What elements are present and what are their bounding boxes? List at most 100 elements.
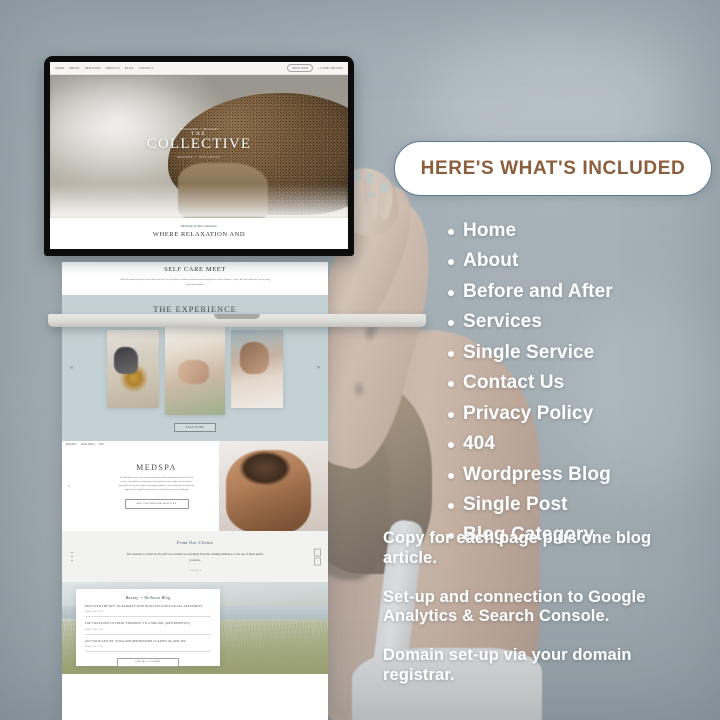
note-domain: Domain set-up via your domain registrar. <box>383 646 632 684</box>
list-item-label: Privacy Policy <box>463 402 594 424</box>
list-item-label: Single Post <box>463 493 568 515</box>
experience-card[interactable] <box>165 323 225 415</box>
list-item: About <box>448 251 720 271</box>
bullet-icon <box>448 502 454 509</box>
blog-post-meta: READ THE POST <box>85 611 104 614</box>
blog-post-title: DISCOVER THE KEY TO RADIANT SKIN OUR EXC… <box>85 605 203 608</box>
blog-post-meta: READ THE POST <box>85 645 104 648</box>
blog-post-meta: READ THE POST <box>85 628 104 631</box>
testimonial-prev-icon[interactable]: ‹ <box>314 548 321 556</box>
medspa-photo <box>219 441 328 531</box>
bullet-icon <box>448 411 454 418</box>
nav-link-blog[interactable]: BLOG <box>125 67 134 70</box>
included-banner: HERE'S WHAT'S INCLUDED <box>394 141 712 196</box>
nav-link-contact[interactable]: CONTACT <box>139 67 154 70</box>
list-item-label: 404 <box>463 433 496 455</box>
bullet-icon <box>448 381 454 388</box>
medspa-portrait <box>225 450 311 531</box>
hero-section: Relaxation + Renewal THE COLLECTIVE MEDS… <box>50 75 348 218</box>
list-item-label: Wordpress Blog <box>463 463 611 485</box>
blog-post-item[interactable]: DISCOVER THE KEY TO RADIANT SKIN OUR EXC… <box>85 600 211 618</box>
nav-link-results[interactable]: RESULTS <box>106 67 120 70</box>
bullet-icon <box>448 472 454 479</box>
medspa-services-button[interactable]: SEE OUR MEDSPA SERVICES <box>124 499 189 510</box>
bullet-icon <box>448 442 454 449</box>
blog-post-title: TOP 5 REASONS TO TREAT YOURSELF TO A SPA… <box>85 622 191 626</box>
laptop-mockup: HOME ABOUT SERVICES RESULTS BLOG CONTACT… <box>44 56 426 327</box>
testimonial-title: From Our Clients <box>176 540 214 545</box>
bullet-icon <box>448 259 454 266</box>
list-item: Home <box>448 221 720 241</box>
note-analytics: Set-up and connection to Google Analytic… <box>383 587 646 626</box>
list-item: Contact Us <box>448 373 720 393</box>
list-item-label: Before and After <box>463 280 613 302</box>
experience-card[interactable] <box>107 330 159 408</box>
page-footer <box>62 674 328 688</box>
site-nav-links[interactable]: HOME ABOUT SERVICES RESULTS BLOG CONTACT <box>55 67 153 70</box>
sound-bath-photo <box>107 330 159 408</box>
nav-link-about[interactable]: ABOUT <box>69 67 80 70</box>
list-item-label: Single Service <box>463 341 595 363</box>
site-navbar: HOME ABOUT SERVICES RESULTS BLOG CONTACT… <box>50 62 348 75</box>
testimonial-next-icon[interactable]: › <box>314 557 321 565</box>
list-item: Services <box>448 312 720 332</box>
blog-card: Beauty + Wellness Blog DISCOVER THE KEY … <box>76 589 220 667</box>
section-medspa: MEDSPA WELLNESS SPA « MEDSPA Our MedSpa … <box>62 441 328 531</box>
nav-link-services[interactable]: SERVICES <box>85 67 101 70</box>
list-item: Before and After <box>448 280 720 302</box>
list-item-label: Services <box>463 311 542 333</box>
list-item-label: Home <box>463 220 517 241</box>
list-item: Single Service <box>448 341 720 363</box>
list-item-label: Contact Us <box>463 372 565 394</box>
intro-section: Welcome to The Collective WHERE RELAXATI… <box>50 218 348 238</box>
list-item: Wordpress Blog <box>448 463 720 485</box>
list-item: 404 <box>448 434 720 454</box>
blog-view-all-button[interactable]: VIEW ALL JOURNAL <box>117 657 179 667</box>
hero-surf <box>50 184 348 218</box>
list-item: Single Post <box>448 493 720 515</box>
list-item: Privacy Policy <box>448 402 720 424</box>
nav-link-home[interactable]: HOME <box>55 67 64 70</box>
list-item-label: About <box>463 250 519 272</box>
hero-title-line2: COLLECTIVE <box>146 136 252 153</box>
composite-canvas: SELF CARE MEET Take the moment you deser… <box>0 0 720 720</box>
website-screen: HOME ABOUT SERVICES RESULTS BLOG CONTACT… <box>50 62 348 249</box>
book-now-button[interactable]: BOOK NOW <box>287 64 314 72</box>
experience-title: THE EXPERIENCE <box>153 305 237 314</box>
included-notes: Copy for each page plus one blog article… <box>383 529 703 705</box>
blog-post-item[interactable]: TOP 5 REASONS TO TREAT YOURSELF TO A SPA… <box>85 617 211 635</box>
bullet-icon <box>448 350 454 357</box>
self-care-body: Take the moment you deserve and let us c… <box>120 278 270 286</box>
medspa-copy: MEDSPA Our MedSpa services are catered a… <box>62 441 219 531</box>
laptop-base-notch <box>214 314 260 319</box>
experience-card[interactable] <box>231 330 283 408</box>
experience-read-more-button[interactable]: READ MORE <box>174 423 216 432</box>
section-self-care: SELF CARE MEET Take the moment you deser… <box>62 262 328 295</box>
facial-photo <box>165 323 225 415</box>
bullet-icon <box>448 289 454 296</box>
experience-carousel <box>62 323 328 415</box>
bullet-icon <box>448 229 454 235</box>
note-copy: Copy for each page plus one blog article… <box>383 529 652 567</box>
testimonial-dots[interactable] <box>71 551 73 562</box>
website-scroll-mockup: SELF CARE MEET Take the moment you deser… <box>62 262 328 720</box>
bullet-icon <box>448 320 454 327</box>
testimonial-quote: The attention to detail by the staff was… <box>126 552 264 562</box>
massage-photo <box>231 330 283 408</box>
included-banner-title: HERE'S WHAT'S INCLUDED <box>420 157 686 179</box>
hero-subtitle: MEDSPA + WELLNESS <box>177 156 221 159</box>
self-care-title: SELF CARE MEET <box>164 266 226 273</box>
blog-post-item[interactable]: GET YOUR ZEN ON: YOGA AND MEDITATION CLA… <box>85 635 211 652</box>
section-blog: Beauty + Wellness Blog DISCOVER THE KEY … <box>62 582 328 674</box>
hero-title: THE COLLECTIVE <box>50 132 348 153</box>
phone-number[interactable]: +1 (555) 555-0100 <box>318 67 343 70</box>
testimonial-attribution: - SARAH J. <box>187 570 203 572</box>
testimonial-nav[interactable]: ‹ › <box>314 548 321 565</box>
intro-title: WHERE RELAXATION AND <box>152 231 246 238</box>
included-list: Home About Before and After Services Sin… <box>408 221 720 556</box>
carousel-prev-icon[interactable]: « <box>70 365 73 371</box>
hero-eyebrow: Relaxation + Renewal <box>179 127 219 131</box>
carousel-next-icon[interactable]: » <box>317 365 320 371</box>
medspa-title: MEDSPA <box>136 462 177 472</box>
intro-eyebrow: Welcome to The Collective <box>180 224 218 228</box>
